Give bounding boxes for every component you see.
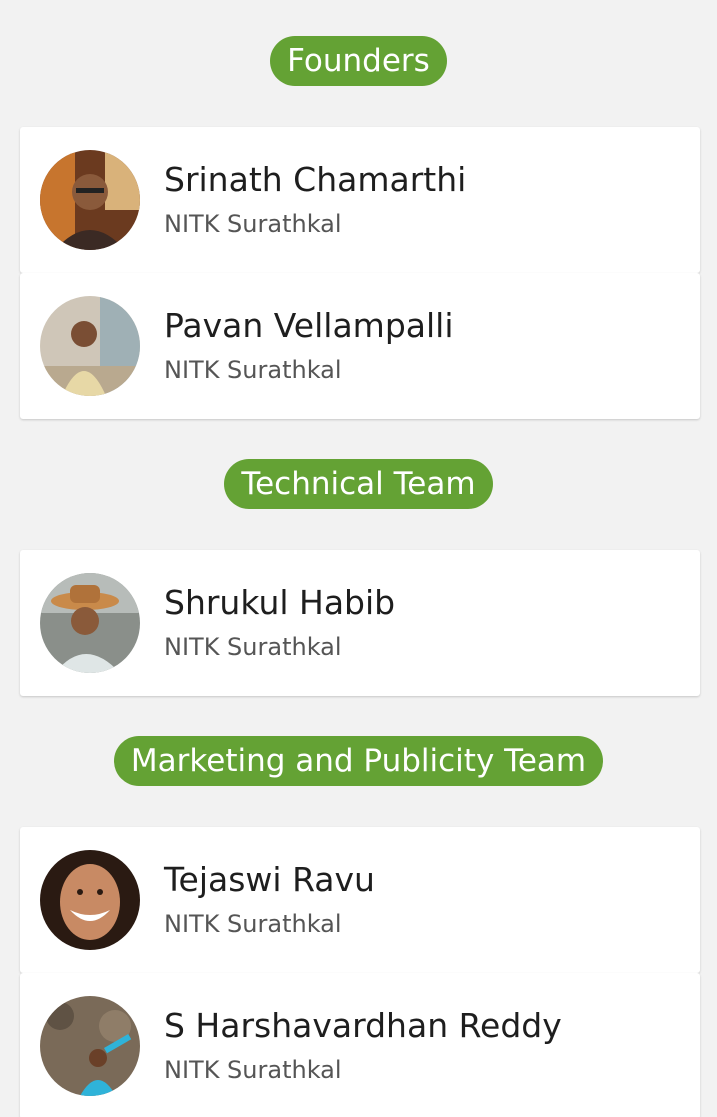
member-college: NITK Surathkal	[164, 910, 342, 938]
section-title: Technical Team	[224, 459, 493, 509]
member-name: Tejaswi Ravu	[164, 860, 375, 899]
member-college: NITK Surathkal	[164, 356, 342, 384]
avatar	[40, 296, 140, 396]
member-name: Srinath Chamarthi	[164, 160, 467, 199]
member-name: Shrukul Habib	[164, 583, 396, 622]
member-card[interactable]: Shrukul Habib NITK Surathkal	[20, 550, 700, 696]
section-founders: Founders	[0, 36, 717, 86]
section-technical-team: Technical Team	[0, 459, 717, 509]
section-marketing-team: Marketing and Publicity Team	[0, 736, 717, 786]
member-card[interactable]: Pavan Vellampalli NITK Surathkal	[20, 273, 700, 419]
avatar	[40, 996, 140, 1096]
section-title: Marketing and Publicity Team	[113, 736, 604, 786]
team-page: Founders Srinath Chamarthi NITK Surathka…	[0, 0, 717, 1117]
member-college: NITK Surathkal	[164, 633, 342, 661]
member-name: Pavan Vellampalli	[164, 306, 454, 345]
member-college: NITK Surathkal	[164, 210, 342, 238]
avatar	[40, 850, 140, 950]
member-card[interactable]: S Harshavardhan Reddy NITK Surathkal	[20, 973, 700, 1117]
section-title: Founders	[270, 36, 447, 86]
member-name: S Harshavardhan Reddy	[164, 1006, 562, 1045]
member-college: NITK Surathkal	[164, 1056, 342, 1084]
member-card[interactable]: Tejaswi Ravu NITK Surathkal	[20, 827, 700, 973]
member-card[interactable]: Srinath Chamarthi NITK Surathkal	[20, 127, 700, 273]
avatar	[40, 150, 140, 250]
avatar	[40, 573, 140, 673]
